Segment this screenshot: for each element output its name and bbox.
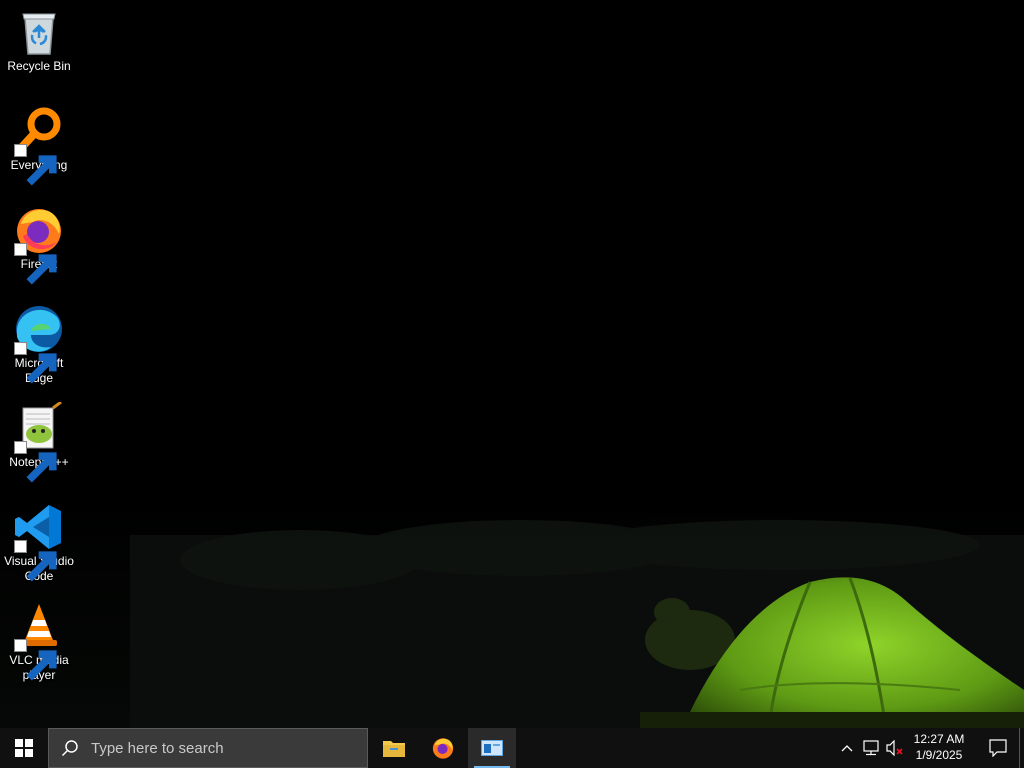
taskbar-active-window[interactable] bbox=[468, 728, 516, 768]
show-desktop-button[interactable] bbox=[1019, 728, 1024, 768]
windows-logo-icon bbox=[15, 739, 33, 757]
action-center-button[interactable] bbox=[978, 728, 1018, 768]
shortcut-arrow-icon bbox=[14, 243, 57, 285]
tray-volume[interactable] bbox=[884, 728, 906, 768]
recycle-bin-icon bbox=[22, 13, 56, 55]
desktop[interactable]: Recycle Bin Everything Firefox Microsoft… bbox=[0, 0, 1024, 728]
wallpaper-tent-scene bbox=[130, 520, 1024, 728]
file-explorer-icon bbox=[383, 741, 405, 757]
shortcut-arrow-icon bbox=[14, 639, 57, 681]
taskbar: 12:27 AM 1/9/2025 bbox=[0, 728, 1024, 768]
clock-time: 12:27 AM bbox=[913, 732, 965, 746]
search-icon bbox=[61, 740, 78, 757]
clock-date: 1/9/2025 bbox=[915, 748, 963, 762]
tray-network[interactable] bbox=[860, 728, 882, 768]
shortcut-arrow-icon bbox=[14, 441, 57, 483]
desktop-icon-vlc[interactable]: VLC media player bbox=[2, 600, 76, 683]
taskbar-file-explorer[interactable] bbox=[370, 728, 418, 768]
desktop-icon-everything[interactable]: Everything bbox=[2, 105, 76, 186]
volume-muted-icon bbox=[886, 740, 903, 756]
recycle-bin-label: Recycle Bin bbox=[7, 59, 71, 73]
network-icon bbox=[863, 740, 879, 756]
shortcut-arrow-icon bbox=[14, 540, 57, 582]
firefox-icon bbox=[432, 738, 454, 759]
desktop-icon-vscode[interactable]: Visual Studio Code bbox=[2, 501, 76, 584]
shortcut-arrow-icon bbox=[14, 144, 57, 186]
chevron-up-icon bbox=[841, 745, 853, 752]
desktop-icon-notepad-plus-plus[interactable]: Notepad++ bbox=[2, 402, 76, 483]
tray-overflow-button[interactable] bbox=[838, 728, 856, 768]
desktop-icon-recycle-bin[interactable]: Recycle Bin bbox=[2, 6, 76, 74]
search-input[interactable] bbox=[89, 738, 353, 758]
desktop-icon-firefox[interactable]: Firefox bbox=[2, 204, 76, 285]
desktop-icon-microsoft-edge[interactable]: Microsoft Edge bbox=[2, 303, 76, 386]
taskbar-search-box[interactable] bbox=[48, 728, 368, 768]
start-button[interactable] bbox=[0, 728, 48, 768]
window-icon bbox=[481, 740, 503, 756]
taskbar-firefox[interactable] bbox=[419, 728, 467, 768]
notification-icon bbox=[989, 739, 1007, 757]
taskbar-clock[interactable]: 12:27 AM 1/9/2025 bbox=[906, 728, 972, 768]
shortcut-arrow-icon bbox=[14, 342, 57, 384]
